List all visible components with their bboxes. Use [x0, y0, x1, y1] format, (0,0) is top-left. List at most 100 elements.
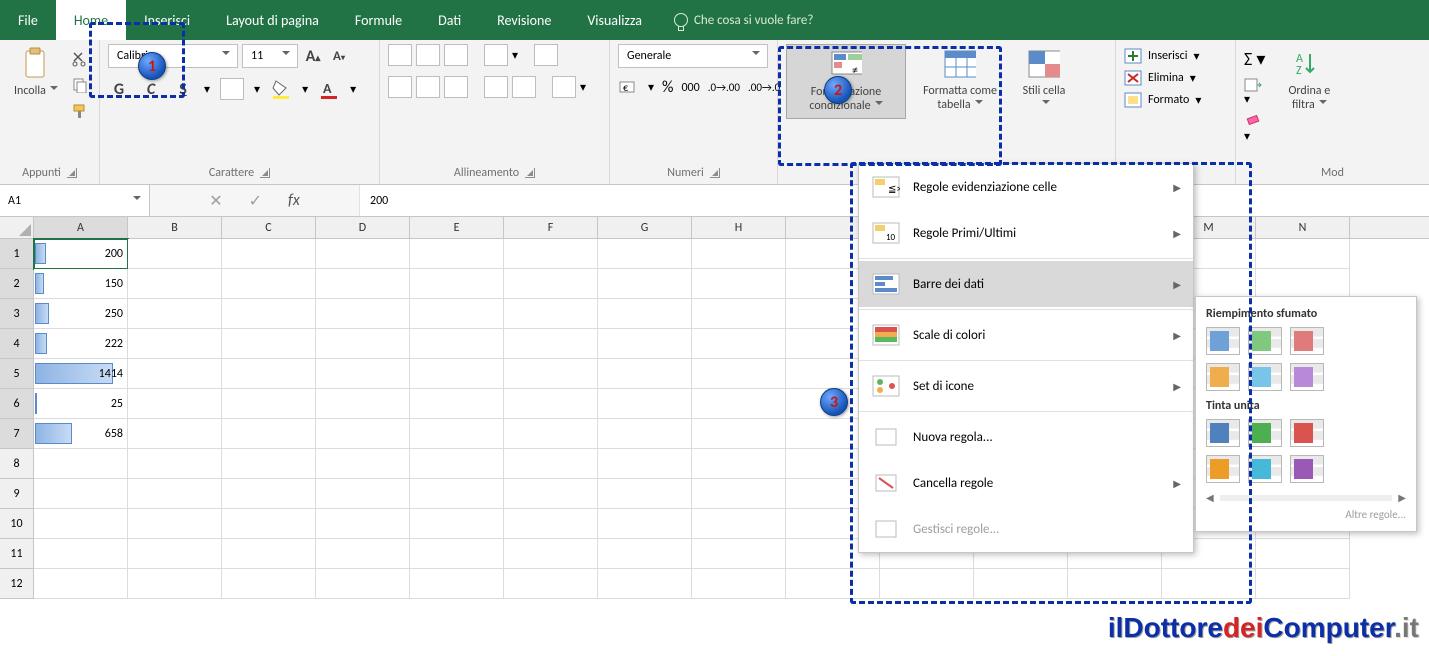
autosum-icon[interactable]: Σ ▾: [1244, 48, 1265, 70]
cell[interactable]: [222, 389, 316, 419]
cell[interactable]: [316, 269, 410, 299]
cell[interactable]: [692, 359, 786, 389]
menu-new-rule[interactable]: Nuova regola...: [859, 414, 1193, 460]
databar-solid-purple[interactable]: [1290, 455, 1324, 483]
cell[interactable]: [410, 569, 504, 599]
tab-home[interactable]: Home: [56, 0, 126, 40]
col-header[interactable]: E: [410, 217, 504, 238]
databar-gradient-lightblue[interactable]: [1248, 363, 1282, 391]
insert-cells-button[interactable]: Inserisci▾: [1124, 48, 1199, 64]
cell[interactable]: [316, 539, 410, 569]
cell[interactable]: [316, 389, 410, 419]
cell[interactable]: [692, 269, 786, 299]
cell[interactable]: [128, 479, 222, 509]
cell[interactable]: [316, 239, 410, 269]
cell[interactable]: [410, 389, 504, 419]
cell[interactable]: [410, 449, 504, 479]
wrap-text-icon[interactable]: [534, 44, 558, 66]
submenu-more-rules[interactable]: Altre regole...: [1206, 504, 1406, 521]
cell[interactable]: [222, 569, 316, 599]
cell[interactable]: [410, 539, 504, 569]
font-name-combo[interactable]: Calibri: [108, 44, 238, 68]
increase-decimal-icon[interactable]: .0→.00: [708, 81, 740, 94]
underline-button[interactable]: S: [172, 80, 194, 99]
enter-formula-icon[interactable]: ✓: [249, 191, 262, 211]
cell[interactable]: [692, 539, 786, 569]
cell[interactable]: [598, 299, 692, 329]
cell[interactable]: 1414: [34, 359, 128, 389]
cell[interactable]: [316, 329, 410, 359]
col-header[interactable]: C: [222, 217, 316, 238]
col-header[interactable]: G: [598, 217, 692, 238]
cell[interactable]: [1256, 239, 1350, 269]
databar-gradient-orange[interactable]: [1206, 363, 1240, 391]
decrease-font-icon[interactable]: A▾: [328, 49, 350, 64]
increase-indent-icon[interactable]: [512, 76, 536, 98]
databar-solid-green[interactable]: [1248, 419, 1282, 447]
cell[interactable]: [504, 509, 598, 539]
sort-filter-button[interactable]: AZ Ordina e filtra: [1277, 44, 1341, 117]
align-top-icon[interactable]: [388, 44, 412, 66]
cell-styles-button[interactable]: Stili cella: [1014, 44, 1074, 117]
cell[interactable]: [410, 329, 504, 359]
cell[interactable]: [598, 479, 692, 509]
cell[interactable]: [692, 329, 786, 359]
chevron-down-icon[interactable]: [133, 194, 141, 208]
dialog-launcher-icon[interactable]: [525, 168, 535, 178]
col-header[interactable]: F: [504, 217, 598, 238]
cell[interactable]: [786, 569, 880, 599]
tab-page-layout[interactable]: Layout di pagina: [208, 0, 337, 40]
tell-me-search[interactable]: Che cosa si vuole fare?: [660, 0, 827, 40]
cell[interactable]: [128, 239, 222, 269]
cell[interactable]: [316, 449, 410, 479]
cell[interactable]: [128, 329, 222, 359]
tab-review[interactable]: Revisione: [479, 0, 569, 40]
cell[interactable]: [128, 389, 222, 419]
cell[interactable]: [316, 359, 410, 389]
cell[interactable]: [880, 569, 974, 599]
cell[interactable]: [1256, 539, 1350, 569]
cell[interactable]: 200: [34, 239, 128, 269]
cell[interactable]: [692, 239, 786, 269]
cell[interactable]: [598, 269, 692, 299]
format-cells-button[interactable]: Formato▾: [1124, 92, 1201, 108]
dialog-launcher-icon[interactable]: [710, 168, 720, 178]
cell[interactable]: [34, 539, 128, 569]
row-header[interactable]: 12: [0, 569, 34, 599]
cell[interactable]: [504, 539, 598, 569]
cell[interactable]: [1068, 569, 1162, 599]
row-header[interactable]: 1: [0, 239, 34, 269]
font-color-button[interactable]: A: [318, 79, 340, 99]
comma-format-icon[interactable]: 000: [681, 81, 699, 95]
row-header[interactable]: 9: [0, 479, 34, 509]
cell[interactable]: [504, 569, 598, 599]
cell[interactable]: [222, 299, 316, 329]
fx-icon[interactable]: fx: [288, 191, 300, 210]
format-painter-icon[interactable]: [70, 102, 90, 120]
databar-solid-blue[interactable]: [1206, 419, 1240, 447]
cell[interactable]: [128, 299, 222, 329]
align-left-icon[interactable]: [388, 76, 412, 98]
cell[interactable]: 658: [34, 419, 128, 449]
row-header[interactable]: 6: [0, 389, 34, 419]
cell[interactable]: [692, 509, 786, 539]
menu-data-bars[interactable]: Barre dei dati ▶: [859, 261, 1193, 307]
row-header[interactable]: 10: [0, 509, 34, 539]
row-header[interactable]: 2: [0, 269, 34, 299]
name-box[interactable]: A1: [0, 185, 150, 216]
tab-insert[interactable]: Inserisci: [126, 0, 208, 40]
cell[interactable]: [128, 569, 222, 599]
cell[interactable]: [410, 239, 504, 269]
menu-clear-rules[interactable]: Cancella regole ▶: [859, 460, 1193, 506]
fill-icon[interactable]: ▾: [1244, 78, 1265, 107]
cell[interactable]: [316, 479, 410, 509]
select-all-corner[interactable]: [0, 217, 34, 238]
databar-gradient-red[interactable]: [1290, 327, 1324, 355]
cell[interactable]: [598, 389, 692, 419]
cell[interactable]: 25: [34, 389, 128, 419]
databar-gradient-purple[interactable]: [1290, 363, 1324, 391]
format-as-table-button[interactable]: Formatta come tabella: [912, 44, 1008, 117]
align-middle-icon[interactable]: [416, 44, 440, 66]
increase-font-icon[interactable]: A▴: [302, 47, 324, 66]
cell[interactable]: [222, 509, 316, 539]
